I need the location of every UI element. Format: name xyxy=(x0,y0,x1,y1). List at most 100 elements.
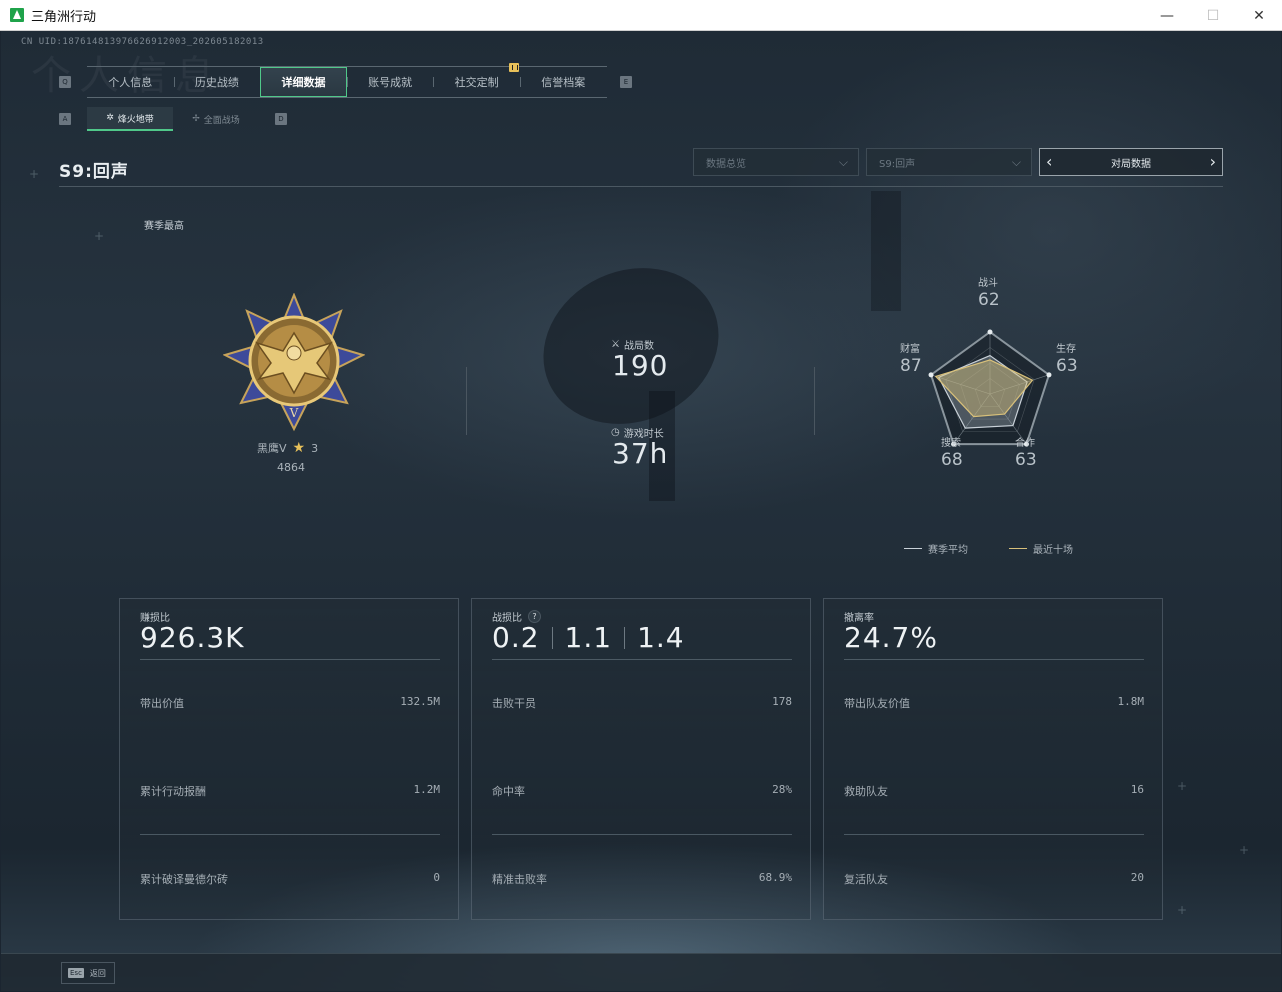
radar-vertex-dot xyxy=(1046,372,1052,378)
row-label: 精准击败率 xyxy=(492,873,547,886)
radar-value-search: 68 xyxy=(941,450,963,470)
app-logo-icon xyxy=(10,8,24,22)
card-headline-value: 926.3K xyxy=(140,621,245,654)
back-button[interactable]: Esc 返回 xyxy=(61,962,115,984)
tab-social[interactable]: 社交定制 xyxy=(433,67,520,97)
radar-vertex-dot xyxy=(987,329,993,335)
value-separator xyxy=(551,626,553,649)
chevron-down-icon: ⌵ xyxy=(838,155,848,169)
card-divider xyxy=(492,834,792,835)
card-row: 累计破译曼德尔砖 0 xyxy=(140,871,440,887)
rank-name: 黑鹰V xyxy=(257,442,287,455)
card-profit-loss: 赚损比 926.3K 带出价值 132.5M 累计行动报酬 1.2M 累计破译曼… xyxy=(119,598,459,920)
row-value: 28% xyxy=(772,783,792,796)
tab-profile[interactable]: 个人信息 xyxy=(87,67,174,97)
key-hint-d: D xyxy=(275,113,287,125)
row-label: 累计行动报酬 xyxy=(140,785,206,798)
season-best-label: 赛季最高 xyxy=(144,221,184,232)
card-divider xyxy=(140,834,440,835)
footer-bar: Esc 返回 xyxy=(1,953,1281,991)
crosshair-icon: + xyxy=(94,229,105,243)
maximize-button[interactable]: ☐ xyxy=(1190,0,1236,31)
window-controls: — ☐ ✕ xyxy=(1144,0,1282,31)
row-label: 带出队友价值 xyxy=(844,697,910,710)
window-titlebar: 三角洲行动 — ☐ ✕ xyxy=(0,0,1282,31)
section-divider xyxy=(466,367,467,435)
tab-history[interactable]: 历史战绩 xyxy=(173,67,261,97)
radar-value-survival: 63 xyxy=(1056,356,1078,376)
row-value: 16 xyxy=(1130,783,1144,796)
match-data-selector: ‹ 对局数据 › xyxy=(1039,148,1223,176)
profit-loss-value: 926.3K xyxy=(140,621,245,654)
row-label: 击败干员 xyxy=(492,697,536,710)
crosshair-icon: + xyxy=(1177,779,1188,793)
esc-key-hint: Esc xyxy=(68,968,84,978)
row-value: 20 xyxy=(1130,871,1144,884)
header-divider xyxy=(59,186,1223,187)
crosshair-icon: + xyxy=(29,167,40,181)
tab-reputation[interactable]: 信誉档案 xyxy=(519,67,607,97)
card-kd-ratio: 战损比 ? 0.2 1.1 1.4 击败干员 178 命中率 28% 精准击败率… xyxy=(471,598,811,920)
card-divider xyxy=(844,659,1144,660)
chevron-left-icon[interactable]: ‹ xyxy=(1046,152,1052,171)
key-hint-e: E xyxy=(620,76,632,88)
kd-value-2: 1.1 xyxy=(564,621,613,654)
crosshair-icon: + xyxy=(1177,903,1188,917)
legend-swatch xyxy=(904,548,922,549)
row-label: 带出价值 xyxy=(140,697,184,710)
radar-label-combat: 战斗 xyxy=(978,278,998,289)
rank-info: 黑鹰V ★ 3 xyxy=(257,440,318,456)
row-label: 累计破译曼德尔砖 xyxy=(140,873,228,886)
ability-radar-chart xyxy=(928,329,1052,447)
window-title: 三角洲行动 xyxy=(31,9,97,25)
season-dropdown[interactable]: S9:回声 ⌵ xyxy=(866,148,1032,176)
card-row: 击败干员 178 xyxy=(492,695,792,711)
tab-warfare-label: 全面战场 xyxy=(203,115,240,126)
chevron-right-icon[interactable]: › xyxy=(1210,152,1216,171)
rank-medal-icon: V xyxy=(223,293,365,432)
row-label: 救助队友 xyxy=(844,785,888,798)
tab-warfare[interactable]: ✢ 全面战场 xyxy=(173,107,259,131)
notification-badge-icon xyxy=(509,63,519,72)
card-divider xyxy=(844,834,1144,835)
data-overview-dropdown[interactable]: 数据总览 ⌵ xyxy=(693,148,859,176)
legend-season-average: 赛季平均 xyxy=(904,541,968,556)
rank-score: 4864 xyxy=(277,461,305,474)
card-row: 累计行动报酬 1.2M xyxy=(140,783,440,799)
kd-value-3: 1.4 xyxy=(637,621,685,654)
card-row: 带出队友价值 1.8M xyxy=(844,695,1144,711)
close-button[interactable]: ✕ xyxy=(1236,0,1282,31)
card-headline-value: 0.2 1.1 1.4 xyxy=(492,621,685,654)
legend-season-average-label: 赛季平均 xyxy=(928,545,968,556)
card-headline-value: 24.7% xyxy=(844,621,938,654)
row-value: 132.5M xyxy=(400,695,440,708)
radar-value-wealth: 87 xyxy=(900,356,922,376)
row-value: 68.9% xyxy=(758,871,792,884)
game-viewport: 个人信息 + + + + + CN UID:187614813976626912… xyxy=(1,31,1281,991)
tab-operations[interactable]: ✲ 烽火地带 xyxy=(87,107,173,131)
tab-detailed-data[interactable]: 详细数据 xyxy=(260,67,347,97)
radar-label-search: 搜索 xyxy=(941,438,961,449)
minimize-button[interactable]: — xyxy=(1144,0,1190,31)
radar-label-cooperation: 合作 xyxy=(1015,438,1035,449)
row-value: 1.8M xyxy=(1117,695,1145,708)
value-separator xyxy=(624,626,626,649)
legend-swatch xyxy=(1009,548,1027,549)
background-tower xyxy=(871,191,901,311)
sub-tab-bar: ✲ 烽火地带 ✢ 全面战场 xyxy=(87,107,259,131)
chevron-down-icon: ⌵ xyxy=(1011,155,1021,169)
back-button-label: 返回 xyxy=(89,968,106,978)
card-row: 精准击败率 68.9% xyxy=(492,871,792,887)
kd-value-1: 0.2 xyxy=(492,621,540,654)
battlefield-icon: ✢ xyxy=(192,114,200,124)
card-divider xyxy=(140,659,440,660)
card-extraction-rate: 撤离率 24.7% 带出队友价值 1.8M 救助队友 16 复活队友 20 xyxy=(823,598,1163,920)
season-dropdown-label: S9:回声 xyxy=(879,158,916,170)
key-hint-a: A xyxy=(59,113,71,125)
rank-stars: 3 xyxy=(311,441,319,455)
flame-icon: ✲ xyxy=(106,113,114,123)
data-overview-dropdown-label: 数据总览 xyxy=(706,158,746,170)
season-title: S9:回声 xyxy=(59,162,129,182)
star-icon: ★ xyxy=(292,440,306,456)
tab-achievements[interactable]: 账号成就 xyxy=(346,67,434,97)
